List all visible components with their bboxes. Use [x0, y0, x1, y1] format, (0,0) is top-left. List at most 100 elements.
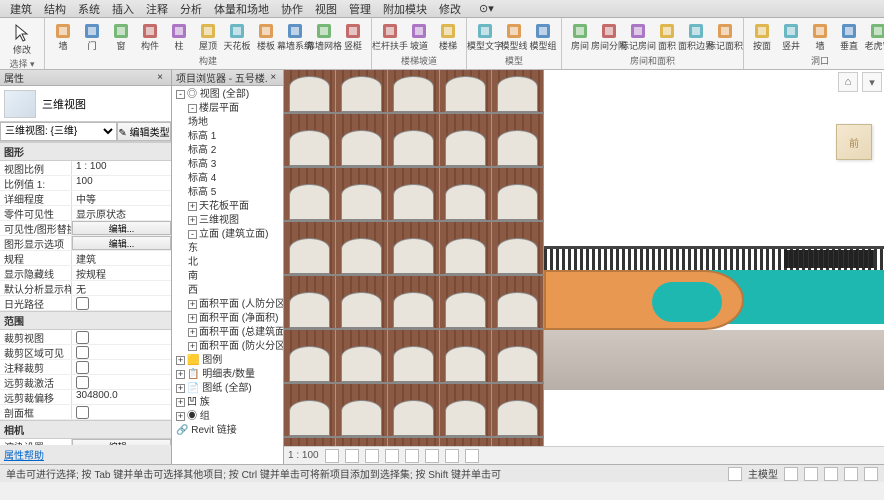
tree-leaf[interactable]: 标高 2 [174, 144, 281, 158]
menu-item[interactable]: 修改 [433, 1, 467, 17]
prop-row[interactable]: 远剪裁激活 [0, 375, 171, 390]
tool-幕墙网格[interactable]: 幕墙网格 [310, 20, 338, 52]
tool-面积边界[interactable]: 面积边界 [682, 20, 710, 52]
prop-checkbox[interactable] [76, 376, 89, 389]
prop-row[interactable]: 图形显示选项编辑... [0, 236, 171, 251]
tree-leaf[interactable]: 标高 5 [174, 186, 281, 200]
tree-area[interactable]: +面积平面 (防火分区面 [174, 340, 281, 354]
tool-窗[interactable]: 窗 [107, 20, 135, 52]
tool-墙[interactable]: 墙 [49, 20, 77, 52]
home-icon[interactable]: ⌂ [838, 72, 858, 92]
menu-item[interactable]: 体量和场地 [208, 1, 275, 17]
tool-面积[interactable]: 面积 [653, 20, 681, 52]
properties-list[interactable]: 图形视图比例1 : 100比例值 1:100详细程度中等零件可见性显示原状态可见… [0, 142, 171, 445]
tree-area[interactable]: +面积平面 (总建筑面积 [174, 326, 281, 340]
menu-item[interactable]: 附加模块 [377, 1, 433, 17]
browser-tree[interactable]: -◎ 视图 (全部)-楼层平面场地标高 1标高 2标高 3标高 4标高 5+天花… [172, 86, 283, 464]
prop-row[interactable]: 规程建筑 [0, 251, 171, 266]
tree-leaf[interactable]: 东 [174, 242, 281, 256]
tree-area[interactable]: +面积平面 (人防分区面积 [174, 298, 281, 312]
reveal-icon[interactable] [465, 449, 479, 463]
tree-leaf[interactable]: 南 [174, 270, 281, 284]
menu-item[interactable]: 系统 [72, 1, 106, 17]
tool-墙[interactable]: 墙 [806, 20, 834, 52]
tool-按面[interactable]: 按面 [748, 20, 776, 52]
crop-icon[interactable] [425, 449, 439, 463]
select-opt-icon[interactable] [804, 467, 818, 481]
tool-门[interactable]: 门 [78, 20, 106, 52]
select-opt3-icon[interactable] [844, 467, 858, 481]
tool-标记房间[interactable]: 标记房间 [624, 20, 652, 52]
select-opt2-icon[interactable] [824, 467, 838, 481]
prop-checkbox[interactable] [76, 346, 89, 359]
close-icon[interactable]: × [268, 72, 279, 84]
prop-row[interactable]: 可见性/图形替换编辑... [0, 221, 171, 236]
prop-row[interactable]: 详细程度中等 [0, 191, 171, 206]
prop-row[interactable]: 零件可见性显示原状态 [0, 206, 171, 221]
tool-栏杆扶手[interactable]: 栏杆扶手 [376, 20, 404, 52]
tree-sched[interactable]: +📋 明细表/数量 [174, 368, 281, 382]
prop-row[interactable]: 注释裁剪 [0, 360, 171, 375]
tool-房间[interactable]: 房间 [566, 20, 594, 52]
tree-leaf[interactable]: 场地 [174, 116, 281, 130]
prop-checkbox[interactable] [76, 297, 89, 310]
tool-垂直[interactable]: 垂直 [835, 20, 863, 52]
detail-icon[interactable] [325, 449, 339, 463]
viewport-3d[interactable]: ⌂ ▾ 前 1 : 100 [284, 70, 884, 464]
viewcube[interactable]: 前 [836, 124, 872, 160]
prop-row[interactable]: 显示隐藏线按规程 [0, 266, 171, 281]
tree-leaf[interactable]: 北 [174, 256, 281, 270]
select-opt4-icon[interactable] [864, 467, 878, 481]
prop-group-header[interactable]: 范围 [0, 311, 171, 330]
menu-item[interactable]: 管理 [343, 1, 377, 17]
tool-模型文字[interactable]: 模型文字 [471, 20, 499, 52]
prop-row[interactable]: 剖面框 [0, 405, 171, 420]
instance-select[interactable]: 三维视图: {三维} [0, 122, 117, 141]
prop-group-header[interactable]: 相机 [0, 420, 171, 439]
prop-row[interactable]: 默认分析显示样式无 [0, 281, 171, 296]
tool-天花板[interactable]: 天花板 [223, 20, 251, 52]
modify-tool[interactable]: 修改 [4, 20, 40, 56]
edit-button[interactable]: 编辑... [72, 221, 171, 235]
tree-leaf[interactable]: 标高 1 [174, 130, 281, 144]
tree-legends[interactable]: +🟨 图例 [174, 354, 281, 368]
style-icon[interactable] [345, 449, 359, 463]
shadow-icon[interactable] [385, 449, 399, 463]
hide-icon[interactable] [445, 449, 459, 463]
prop-row[interactable]: 裁剪区域可见 [0, 345, 171, 360]
menu-item[interactable]: 视图 [309, 1, 343, 17]
menu-item[interactable]: 协作 [275, 1, 309, 17]
menu-item[interactable]: 注释 [140, 1, 174, 17]
tree-leaf[interactable]: 标高 4 [174, 172, 281, 186]
tool-坡道[interactable]: 坡道 [405, 20, 433, 52]
tree-root[interactable]: -◎ 视图 (全部) [174, 88, 281, 102]
tool-老虎窗[interactable]: 老虎窗 [864, 20, 884, 52]
prop-row[interactable]: 视图比例1 : 100 [0, 161, 171, 176]
tree-sheets[interactable]: +📄 图纸 (全部) [174, 382, 281, 396]
tool-楼梯[interactable]: 楼梯 [434, 20, 462, 52]
tool-构件[interactable]: 构件 [136, 20, 164, 52]
menu-item[interactable]: 建筑 [4, 1, 38, 17]
select-label[interactable]: 选择 ▾ [9, 56, 34, 70]
prop-checkbox[interactable] [76, 331, 89, 344]
tree-fams[interactable]: +凹 族 [174, 396, 281, 410]
tree-links[interactable]: 🔗 Revit 链接 [174, 424, 281, 438]
render-icon[interactable] [405, 449, 419, 463]
tool-模型组[interactable]: 模型组 [529, 20, 557, 52]
edit-button[interactable]: 编辑... [72, 236, 171, 250]
prop-row[interactable]: 裁剪视图 [0, 330, 171, 345]
prop-checkbox[interactable] [76, 406, 89, 419]
menu-item[interactable]: 结构 [38, 1, 72, 17]
tree-leaf[interactable]: 标高 3 [174, 158, 281, 172]
edit-type-button[interactable]: ✎ 编辑类型 [117, 122, 171, 141]
tool-竖梃[interactable]: 竖梃 [339, 20, 367, 52]
tree-groups[interactable]: +◉ 组 [174, 410, 281, 424]
scale-label[interactable]: 1 : 100 [288, 450, 319, 461]
prop-checkbox[interactable] [76, 361, 89, 374]
tool-模型线[interactable]: 模型线 [500, 20, 528, 52]
menu-help-icon[interactable]: ⊙▾ [473, 2, 500, 15]
nav-menu-icon[interactable]: ▾ [862, 72, 882, 92]
properties-help-link[interactable]: 属性帮助 [0, 445, 171, 464]
prop-row[interactable]: 日光路径 [0, 296, 171, 311]
prop-group-header[interactable]: 图形 [0, 142, 171, 161]
